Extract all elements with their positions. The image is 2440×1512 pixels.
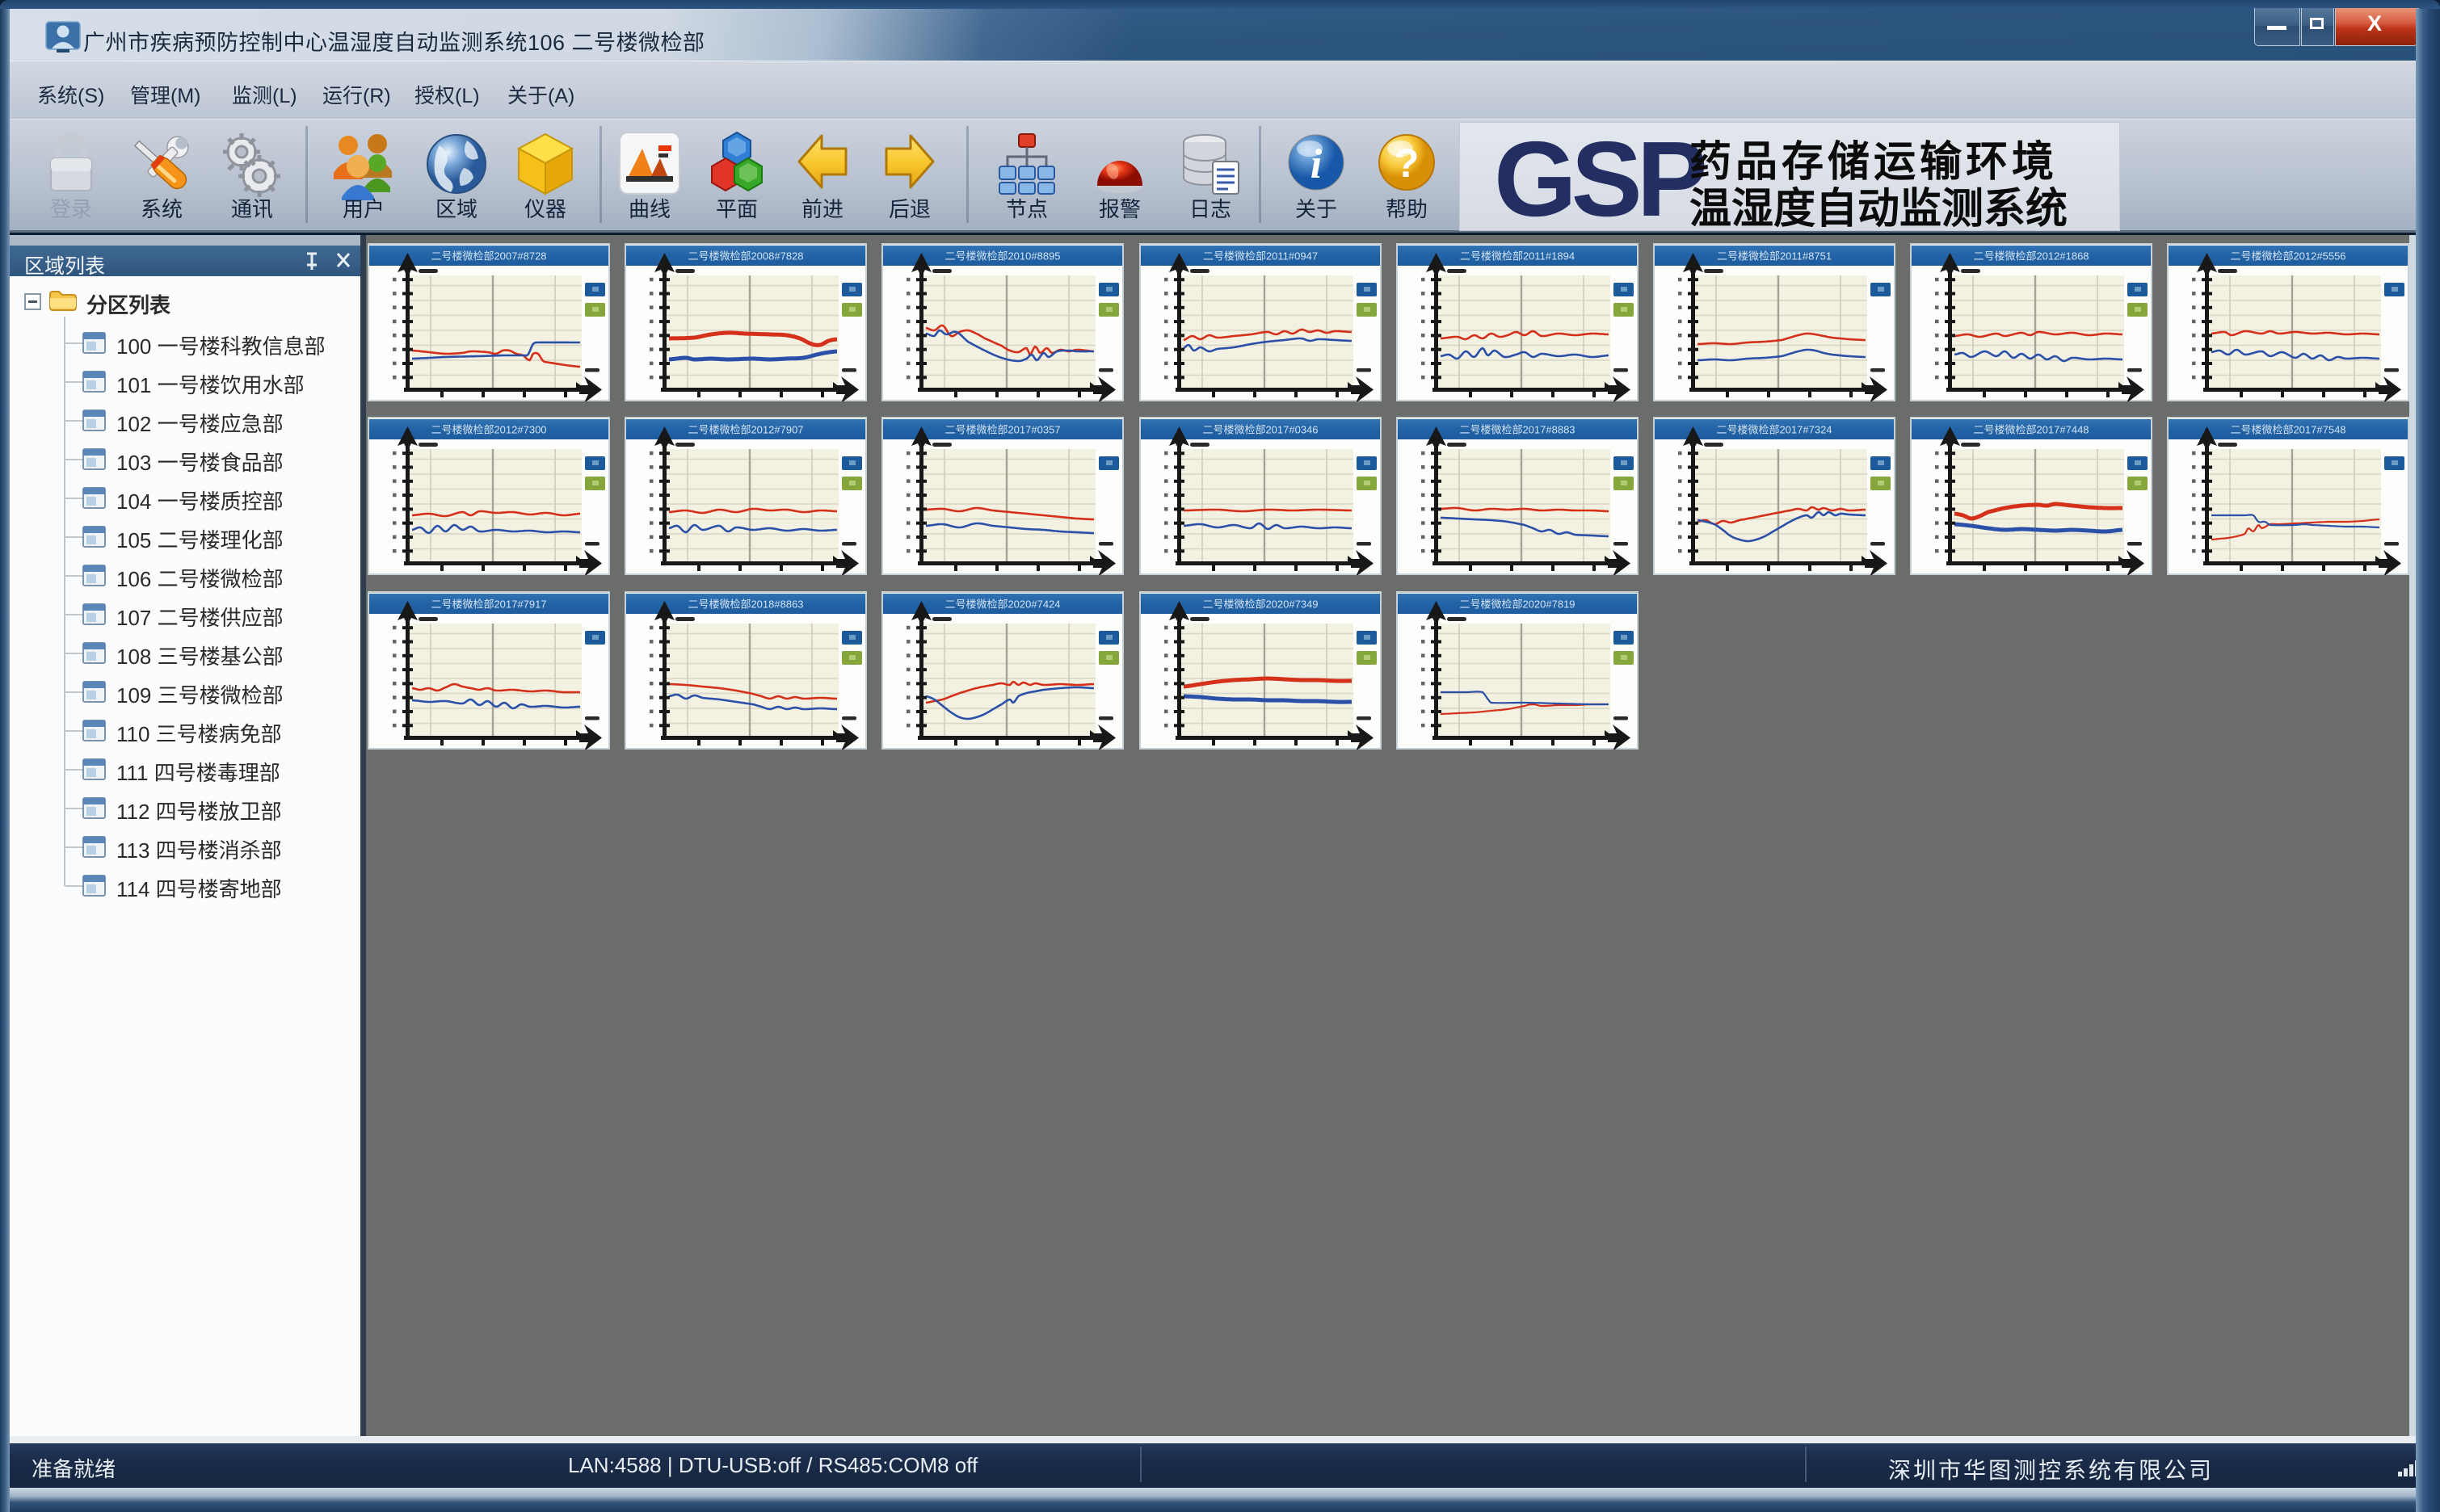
svg-text:二号楼微检部2012#7907: 二号楼微检部2012#7907 bbox=[688, 424, 803, 436]
svg-text:二号楼微检部2017#7548: 二号楼微检部2017#7548 bbox=[2230, 424, 2345, 436]
svg-text:i: i bbox=[1310, 141, 1323, 187]
svg-text:二号楼微检部2020#7349: 二号楼微检部2020#7349 bbox=[1202, 598, 1318, 611]
svg-text:二号楼微检部2017#0357: 二号楼微检部2017#0357 bbox=[944, 424, 1060, 436]
svg-text:二号楼微检部2007#8728: 二号楼微检部2007#8728 bbox=[431, 250, 546, 262]
svg-text:二号楼微检部2010#8895: 二号楼微检部2010#8895 bbox=[944, 250, 1060, 262]
svg-text:二号楼微检部2011#0947: 二号楼微检部2011#0947 bbox=[1203, 250, 1318, 262]
svg-text:二号楼微检部2020#7819: 二号楼微检部2020#7819 bbox=[1459, 598, 1575, 611]
svg-text:二号楼微检部2011#8751: 二号楼微检部2011#8751 bbox=[1717, 250, 1832, 262]
svg-text:二号楼微检部2012#7300: 二号楼微检部2012#7300 bbox=[431, 424, 546, 436]
svg-text:?: ? bbox=[1395, 141, 1420, 186]
svg-text:二号楼微检部2017#7324: 二号楼微检部2017#7324 bbox=[1716, 424, 1832, 436]
svg-text:二号楼微检部2017#8883: 二号楼微检部2017#8883 bbox=[1459, 424, 1575, 436]
svg-text:二号楼微检部2017#0346: 二号楼微检部2017#0346 bbox=[1202, 424, 1318, 436]
svg-text:二号楼微检部2012#1868: 二号楼微检部2012#1868 bbox=[1973, 250, 2089, 262]
svg-text:二号楼微检部2017#7448: 二号楼微检部2017#7448 bbox=[1973, 424, 2089, 436]
svg-text:二号楼微检部2017#7917: 二号楼微检部2017#7917 bbox=[431, 598, 546, 611]
svg-text:二号楼微检部2008#7828: 二号楼微检部2008#7828 bbox=[688, 250, 803, 262]
svg-text:二号楼微检部2011#1894: 二号楼微检部2011#1894 bbox=[1460, 250, 1575, 262]
svg-text:二号楼微检部2018#8863: 二号楼微检部2018#8863 bbox=[688, 598, 803, 611]
svg-text:二号楼微检部2012#5556: 二号楼微检部2012#5556 bbox=[2230, 250, 2345, 262]
svg-text:二号楼微检部2020#7424: 二号楼微检部2020#7424 bbox=[944, 598, 1060, 611]
